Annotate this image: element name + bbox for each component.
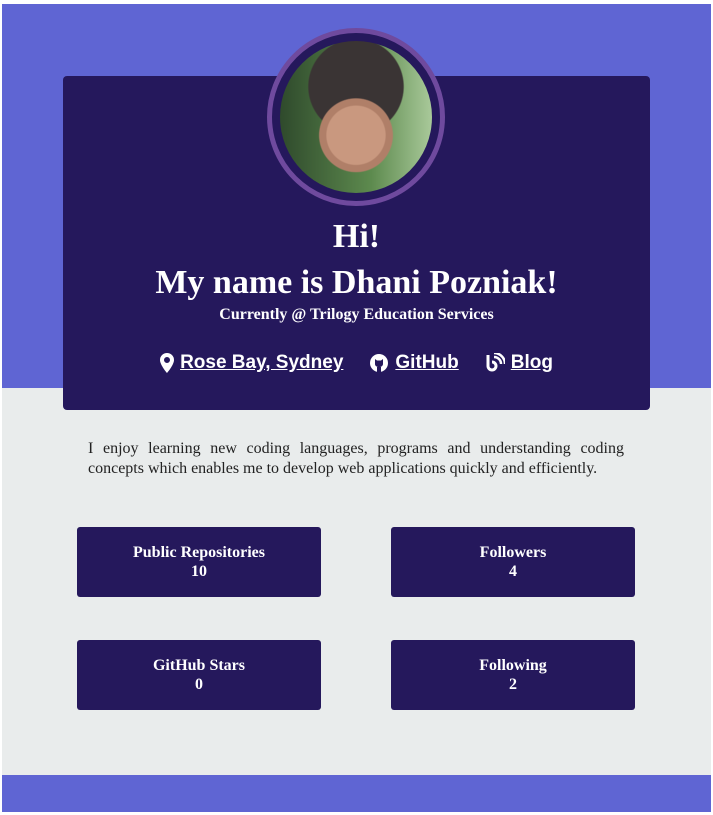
stat-following: Following 2	[391, 640, 635, 710]
profile-name: My name is Dhani Pozniak!	[155, 264, 558, 301]
stat-public-repositories: Public Repositories 10	[77, 527, 321, 597]
github-icon	[370, 354, 389, 372]
stat-value: 2	[509, 676, 517, 693]
greeting: Hi!	[332, 218, 381, 255]
rss-icon	[486, 353, 505, 372]
stat-github-stars: GitHub Stars 0	[77, 640, 321, 710]
stat-value: 10	[191, 563, 207, 580]
blog-label: Blog	[510, 352, 553, 373]
stat-label: Following	[479, 657, 547, 674]
github-label: GitHub	[395, 352, 459, 373]
profile-links: Rose Bay, Sydney GitHub Blog	[63, 352, 650, 374]
github-link[interactable]: GitHub	[369, 352, 459, 374]
stat-label: GitHub Stars	[152, 657, 245, 674]
blog-link[interactable]: Blog	[485, 352, 553, 374]
profile-photo	[280, 41, 432, 193]
stat-followers: Followers 4	[391, 527, 635, 597]
map-pin-icon	[160, 353, 175, 373]
stat-value: 0	[195, 676, 203, 693]
bio: I enjoy learning new coding languages, p…	[88, 440, 624, 477]
location-link[interactable]: Rose Bay, Sydney	[160, 352, 343, 374]
stat-value: 4	[509, 563, 517, 580]
location-label: Rose Bay, Sydney	[180, 352, 344, 373]
stat-label: Public Repositories	[133, 544, 265, 561]
footer	[2, 775, 711, 812]
stat-label: Followers	[479, 544, 547, 561]
current-company: Currently @ Trilogy Education Services	[219, 306, 494, 323]
avatar	[267, 28, 445, 206]
